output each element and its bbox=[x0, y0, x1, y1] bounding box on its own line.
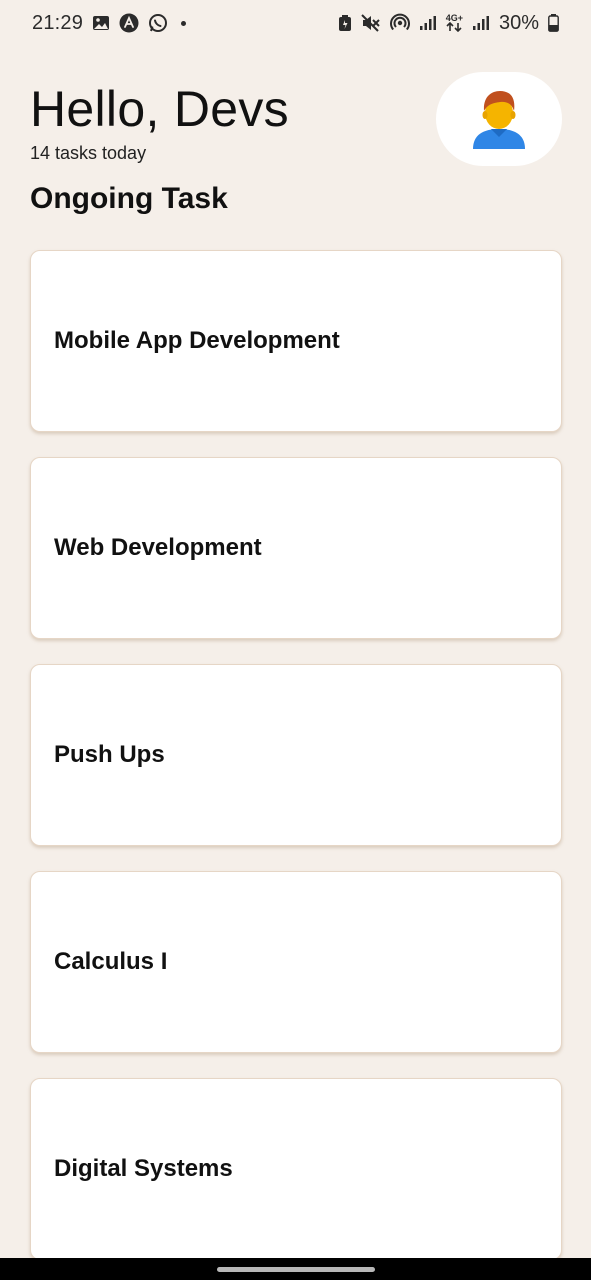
notification-dot-icon bbox=[181, 20, 187, 26]
status-right: 4G+ 30% bbox=[338, 12, 559, 35]
task-title: Push Ups bbox=[54, 741, 165, 768]
task-card[interactable]: Push Ups bbox=[30, 664, 562, 846]
task-card[interactable]: Web Development bbox=[30, 457, 562, 639]
greeting-title: Hello, Devs bbox=[30, 81, 289, 137]
task-card[interactable]: Mobile App Development bbox=[30, 250, 562, 432]
task-title: Web Development bbox=[54, 534, 262, 561]
gallery-icon bbox=[92, 15, 110, 31]
system-navigation-bar bbox=[0, 1258, 591, 1280]
task-card[interactable]: Calculus I bbox=[30, 871, 562, 1053]
task-list: Mobile App Development Web Development P… bbox=[30, 250, 562, 1280]
tasks-today-subtitle: 14 tasks today bbox=[30, 143, 147, 163]
user-avatar-icon bbox=[473, 91, 525, 149]
mute-icon bbox=[360, 14, 381, 32]
task-title: Mobile App Development bbox=[54, 327, 340, 354]
status-left: 21:29 bbox=[32, 11, 187, 35]
hotspot-icon bbox=[389, 13, 410, 33]
network-type-label: 4G+ bbox=[445, 13, 463, 23]
battery-percent: 30% bbox=[498, 11, 539, 34]
home-gesture-handle[interactable] bbox=[216, 1266, 375, 1272]
status-bar: 21:29 4G+ 30% bbox=[0, 0, 591, 46]
app-notification-icon bbox=[119, 13, 139, 33]
ongoing-task-heading: Ongoing Task bbox=[30, 182, 228, 215]
battery-icon bbox=[548, 14, 559, 32]
profile-avatar-button[interactable] bbox=[436, 72, 562, 166]
status-time: 21:29 bbox=[32, 11, 84, 34]
signal-icon bbox=[472, 15, 490, 31]
task-title: Digital Systems bbox=[54, 1155, 233, 1182]
task-card[interactable]: Digital Systems bbox=[30, 1078, 562, 1260]
data-icon: 4G+ bbox=[446, 14, 463, 32]
app-screen: 21:29 4G+ 30% Hello, Devs 14 tasks today… bbox=[0, 0, 591, 1280]
battery-saver-icon bbox=[338, 14, 352, 32]
whatsapp-icon bbox=[148, 13, 168, 33]
signal-icon bbox=[419, 15, 437, 31]
task-title: Calculus I bbox=[54, 948, 168, 975]
